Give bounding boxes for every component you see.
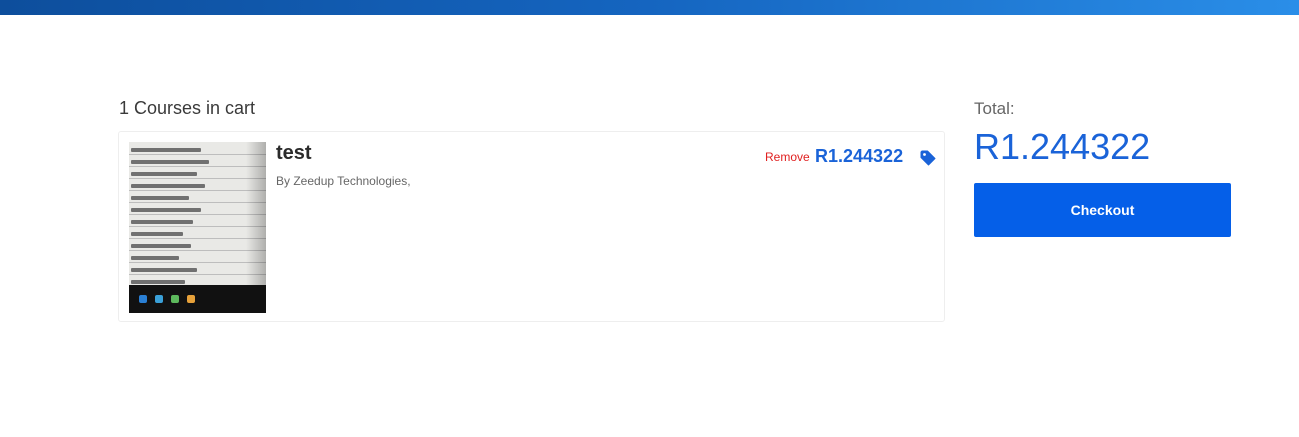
checkout-button[interactable]: Checkout (974, 183, 1231, 237)
cart-count-heading: 1 Courses in cart (119, 98, 256, 118)
course-thumbnail[interactable] (129, 142, 266, 313)
course-author: By Zeedup Technologies, (276, 174, 411, 188)
total-label: Total: (974, 99, 1015, 118)
item-price: R1.244322 (815, 146, 904, 166)
remove-button[interactable]: Remove (765, 150, 810, 164)
cart-item: test By Zeedup Technologies, Remove R1.2… (118, 131, 945, 322)
top-header-bar (0, 0, 1299, 15)
tag-icon (920, 150, 936, 166)
total-price: R1.244322 (974, 126, 1151, 167)
course-title[interactable]: test (276, 142, 312, 165)
